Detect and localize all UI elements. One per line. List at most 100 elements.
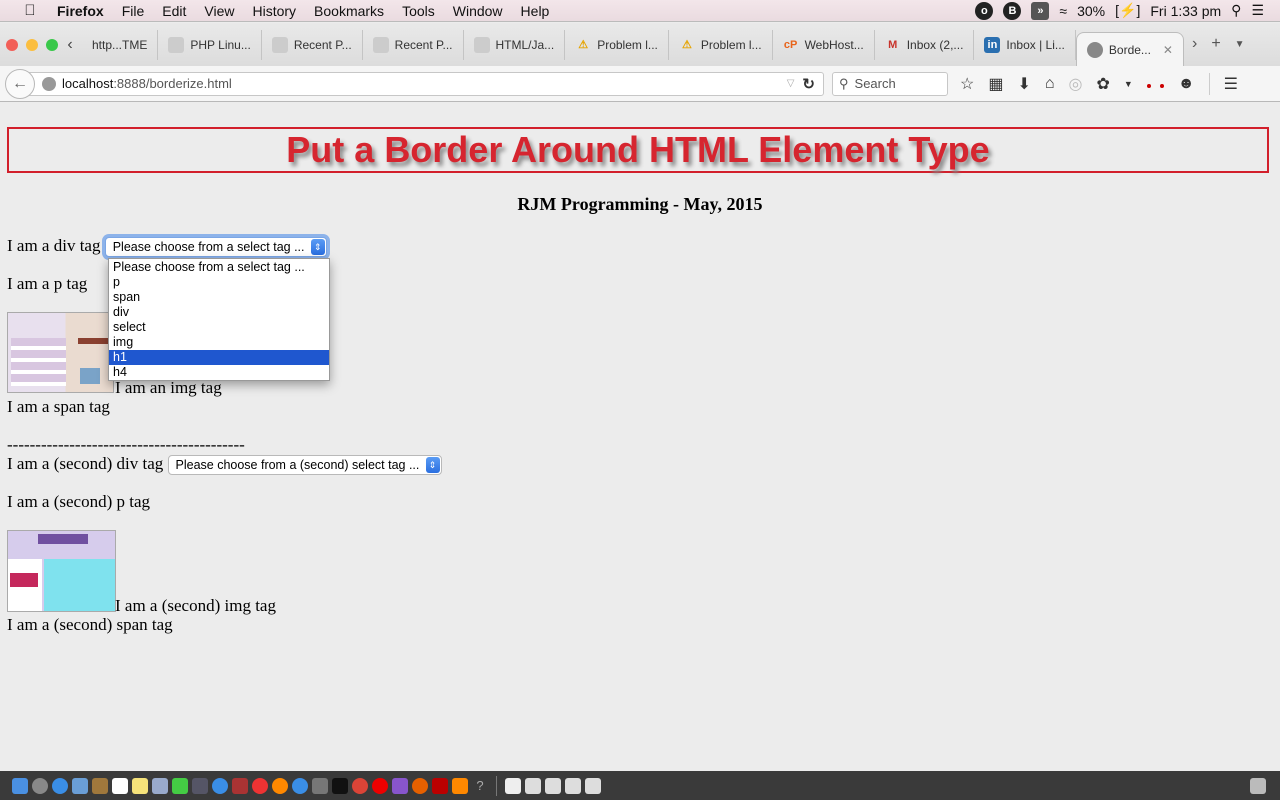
itunes-icon[interactable] — [252, 777, 268, 794]
select-option[interactable]: Please choose from a select tag ... — [109, 260, 329, 275]
tab[interactable]: http...TME — [82, 29, 159, 60]
app-store-icon[interactable] — [292, 777, 308, 794]
downloads-icon[interactable]: ⬇ — [1017, 74, 1030, 94]
photo-icon[interactable] — [192, 777, 208, 794]
select-option-highlighted[interactable]: h1 — [109, 350, 329, 365]
notification-center-icon[interactable]: ☰ — [1251, 2, 1264, 19]
tab[interactable]: HTML/Ja... — [464, 29, 566, 60]
extension-dropdown-icon[interactable]: ▼ — [1124, 79, 1133, 89]
spotlight-icon[interactable]: ⚲ — [1231, 2, 1241, 19]
select-option[interactable]: span — [109, 290, 329, 305]
window-controls — [6, 38, 58, 51]
notebook-icon[interactable] — [92, 777, 108, 794]
wifi-icon[interactable]: ≈ — [1059, 3, 1067, 19]
clock[interactable]: Fri 1:33 pm — [1150, 3, 1221, 19]
facetime-icon[interactable] — [172, 777, 188, 794]
menu-history[interactable]: History — [243, 3, 305, 19]
select-option[interactable]: img — [109, 335, 329, 350]
div-tag-line: I am a div tag Please choose from a sele… — [7, 236, 327, 258]
tabs-scroll-left-icon[interactable]: ‹ — [58, 36, 82, 54]
back-button[interactable]: ← — [5, 68, 35, 99]
pocket-icon[interactable]: ◎ — [1069, 74, 1083, 94]
select-option[interactable]: div — [109, 305, 329, 320]
menu-help[interactable]: Help — [512, 3, 559, 19]
menu-app-firefox[interactable]: Firefox — [48, 3, 113, 19]
zoom-window-button[interactable] — [46, 38, 58, 51]
reading-list-icon[interactable]: ▦ — [988, 74, 1003, 94]
opera-icon[interactable] — [372, 777, 388, 794]
safari-icon[interactable] — [52, 777, 68, 794]
launchpad-icon[interactable] — [32, 777, 48, 794]
mail-icon[interactable] — [72, 777, 88, 794]
notes-icon[interactable] — [132, 777, 148, 794]
search-input[interactable]: ⚲ Search — [832, 71, 948, 96]
ibooks-icon[interactable] — [272, 777, 288, 794]
help-icon[interactable]: ? — [472, 778, 488, 794]
document-icon[interactable] — [585, 777, 601, 794]
page-title: Put a Border Around HTML Element Type — [7, 127, 1269, 173]
tab[interactable]: PHP Linu... — [158, 29, 262, 60]
chrome-icon[interactable] — [352, 777, 368, 794]
extension-dots-icon[interactable] — [1146, 75, 1164, 93]
home-icon[interactable]: ⌂ — [1045, 75, 1055, 93]
second-div-tag-line: I am a (second) div tag Please choose fr… — [7, 454, 442, 476]
vlc-icon[interactable] — [452, 777, 468, 794]
menu-file[interactable]: File — [113, 3, 154, 19]
hamburger-menu-icon[interactable]: ☰ — [1224, 74, 1238, 94]
minimize-window-button[interactable] — [26, 38, 38, 51]
close-tab-icon[interactable]: ✕ — [1163, 43, 1173, 57]
sound-icon[interactable]: » — [1031, 1, 1050, 20]
tab-active[interactable]: Borde... ✕ — [1075, 32, 1184, 66]
tab[interactable]: ⚠ Problem l... — [669, 29, 773, 60]
second-element-type-select[interactable]: Please choose from a (second) select tag… — [167, 455, 442, 476]
messages-icon[interactable] — [212, 777, 228, 794]
tabs-scroll-right-icon[interactable]: › — [1192, 35, 1197, 55]
circle-o-icon[interactable]: o — [975, 1, 994, 20]
tab[interactable]: in Inbox | Li... — [974, 29, 1076, 60]
url-history-dropdown-icon[interactable]: ▽ — [787, 78, 795, 89]
trash-icon[interactable] — [1250, 777, 1266, 794]
select-option[interactable]: p — [109, 275, 329, 290]
tab[interactable]: M Inbox (2,... — [875, 29, 975, 60]
menu-tools[interactable]: Tools — [393, 3, 444, 19]
reload-icon[interactable]: ↻ — [802, 75, 815, 93]
calendar-icon[interactable] — [112, 777, 128, 794]
b-icon[interactable]: B — [1003, 1, 1022, 20]
site-identity-icon[interactable] — [42, 76, 56, 91]
chat-icon[interactable]: ☻ — [1178, 75, 1195, 93]
close-window-button[interactable] — [6, 38, 18, 51]
apple-icon[interactable]:  — [12, 2, 48, 19]
extension-icon[interactable]: ✿ — [1097, 74, 1110, 94]
document-icon[interactable] — [565, 777, 581, 794]
tab[interactable]: Recent P... — [363, 29, 464, 60]
select-option[interactable]: h4 — [109, 365, 329, 380]
tab[interactable]: ⚠ Problem l... — [565, 29, 669, 60]
list-all-tabs-icon[interactable]: ▼ — [1235, 35, 1245, 55]
select-option[interactable]: select — [109, 320, 329, 335]
menu-bookmarks[interactable]: Bookmarks — [305, 3, 393, 19]
new-tab-icon[interactable]: + — [1211, 35, 1220, 55]
menu-view[interactable]: View — [195, 3, 243, 19]
system-preferences-icon[interactable] — [312, 777, 328, 794]
terminal-icon[interactable] — [332, 777, 348, 794]
photo-booth-icon[interactable] — [232, 777, 248, 794]
firefox-icon[interactable] — [412, 777, 428, 794]
document-icon[interactable] — [525, 777, 541, 794]
menu-edit[interactable]: Edit — [153, 3, 195, 19]
preview-icon[interactable] — [152, 777, 168, 794]
tab[interactable]: cP WebHost... — [773, 29, 875, 60]
screenshot-thumbnail-image — [7, 312, 114, 393]
finder-icon[interactable] — [12, 777, 28, 794]
menu-window[interactable]: Window — [444, 3, 512, 19]
tab[interactable]: Recent P... — [262, 29, 363, 60]
span-tag-label: I am a span tag — [7, 397, 110, 416]
document-icon[interactable] — [505, 777, 521, 794]
document-icon[interactable] — [545, 777, 561, 794]
element-type-select[interactable]: Please choose from a select tag ... ⇕ — [104, 237, 327, 258]
imovie-icon[interactable] — [392, 777, 408, 794]
battery-icon[interactable]: [⚡] — [1115, 2, 1140, 19]
url-bar[interactable]: localhost:8888/borderize.html ▽ ↻ — [29, 71, 824, 96]
macos-menubar:  Firefox File Edit View History Bookmar… — [0, 0, 1280, 22]
bookmark-star-icon[interactable]: ☆ — [960, 74, 974, 94]
filezilla-icon[interactable] — [432, 777, 448, 794]
